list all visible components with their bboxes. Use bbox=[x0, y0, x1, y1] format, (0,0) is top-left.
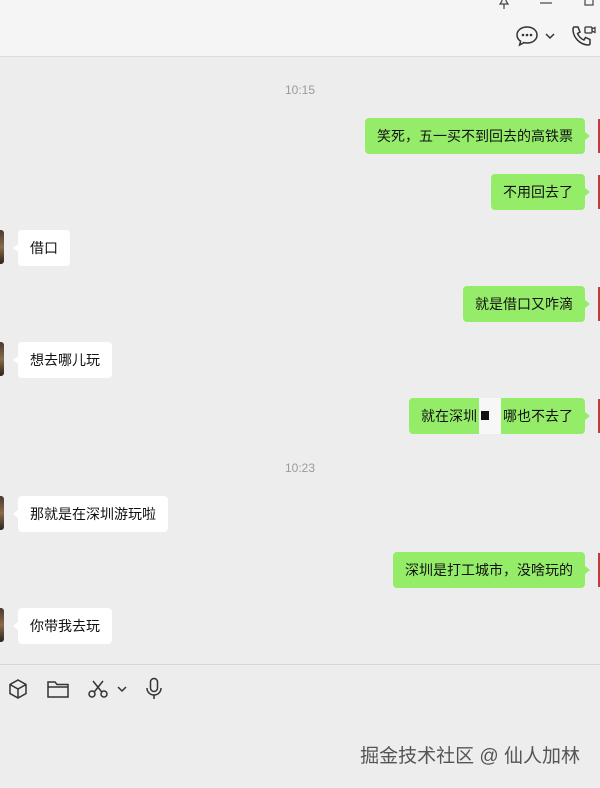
message-bubble-received[interactable]: 想去哪儿玩 bbox=[13, 342, 112, 378]
scissors-icon[interactable] bbox=[86, 677, 110, 701]
chat-header bbox=[0, 0, 600, 57]
redacted-block bbox=[479, 398, 501, 434]
avatar[interactable] bbox=[0, 496, 4, 530]
message-bubble-received[interactable]: 那就是在深圳游玩啦 bbox=[13, 496, 168, 532]
message-bubble-sent[interactable]: 笑死，五一买不到回去的高铁票 bbox=[365, 118, 590, 154]
timestamp: 10:15 bbox=[284, 83, 316, 97]
chat-bubble-icon[interactable] bbox=[514, 24, 540, 48]
avatar[interactable] bbox=[0, 342, 4, 376]
chevron-down-icon[interactable] bbox=[543, 29, 557, 43]
avatar[interactable] bbox=[0, 230, 4, 264]
chat-history[interactable]: 10:15 笑死，五一买不到回去的高铁票 不用回去了 借口 就是借口又咋滴 想去… bbox=[0, 57, 600, 664]
minimize-icon[interactable] bbox=[538, 0, 554, 8]
folder-icon[interactable] bbox=[45, 677, 71, 701]
message-text: 就在深圳 bbox=[421, 408, 477, 424]
microphone-icon[interactable] bbox=[142, 677, 166, 701]
message-text: 哪也不去了 bbox=[503, 408, 573, 424]
pin-icon[interactable] bbox=[496, 0, 512, 10]
message-bubble-sent[interactable]: 深圳是打工城市，没啥玩的 bbox=[393, 552, 590, 588]
message-bubble-received[interactable]: 你带我去玩 bbox=[13, 608, 112, 644]
cube-icon[interactable] bbox=[6, 677, 30, 701]
message-bubble-sent[interactable]: 不用回去了 bbox=[491, 174, 590, 210]
timestamp: 10:23 bbox=[284, 461, 316, 475]
message-bubble-sent[interactable]: 就是借口又咋滴 bbox=[463, 286, 590, 322]
video-call-icon[interactable] bbox=[570, 24, 596, 48]
watermark-text: 掘金技术社区 @ 仙人加林 bbox=[360, 746, 580, 767]
message-bubble-received[interactable]: 借口 bbox=[13, 230, 70, 266]
message-input-area[interactable]: 掘金技术社区 @ 仙人加林 bbox=[0, 664, 600, 788]
avatar[interactable] bbox=[0, 608, 4, 642]
maximize-icon[interactable] bbox=[582, 0, 596, 8]
message-bubble-sent[interactable]: 就在深圳 哪也不去了 bbox=[409, 398, 590, 434]
chevron-down-icon[interactable] bbox=[116, 677, 128, 701]
